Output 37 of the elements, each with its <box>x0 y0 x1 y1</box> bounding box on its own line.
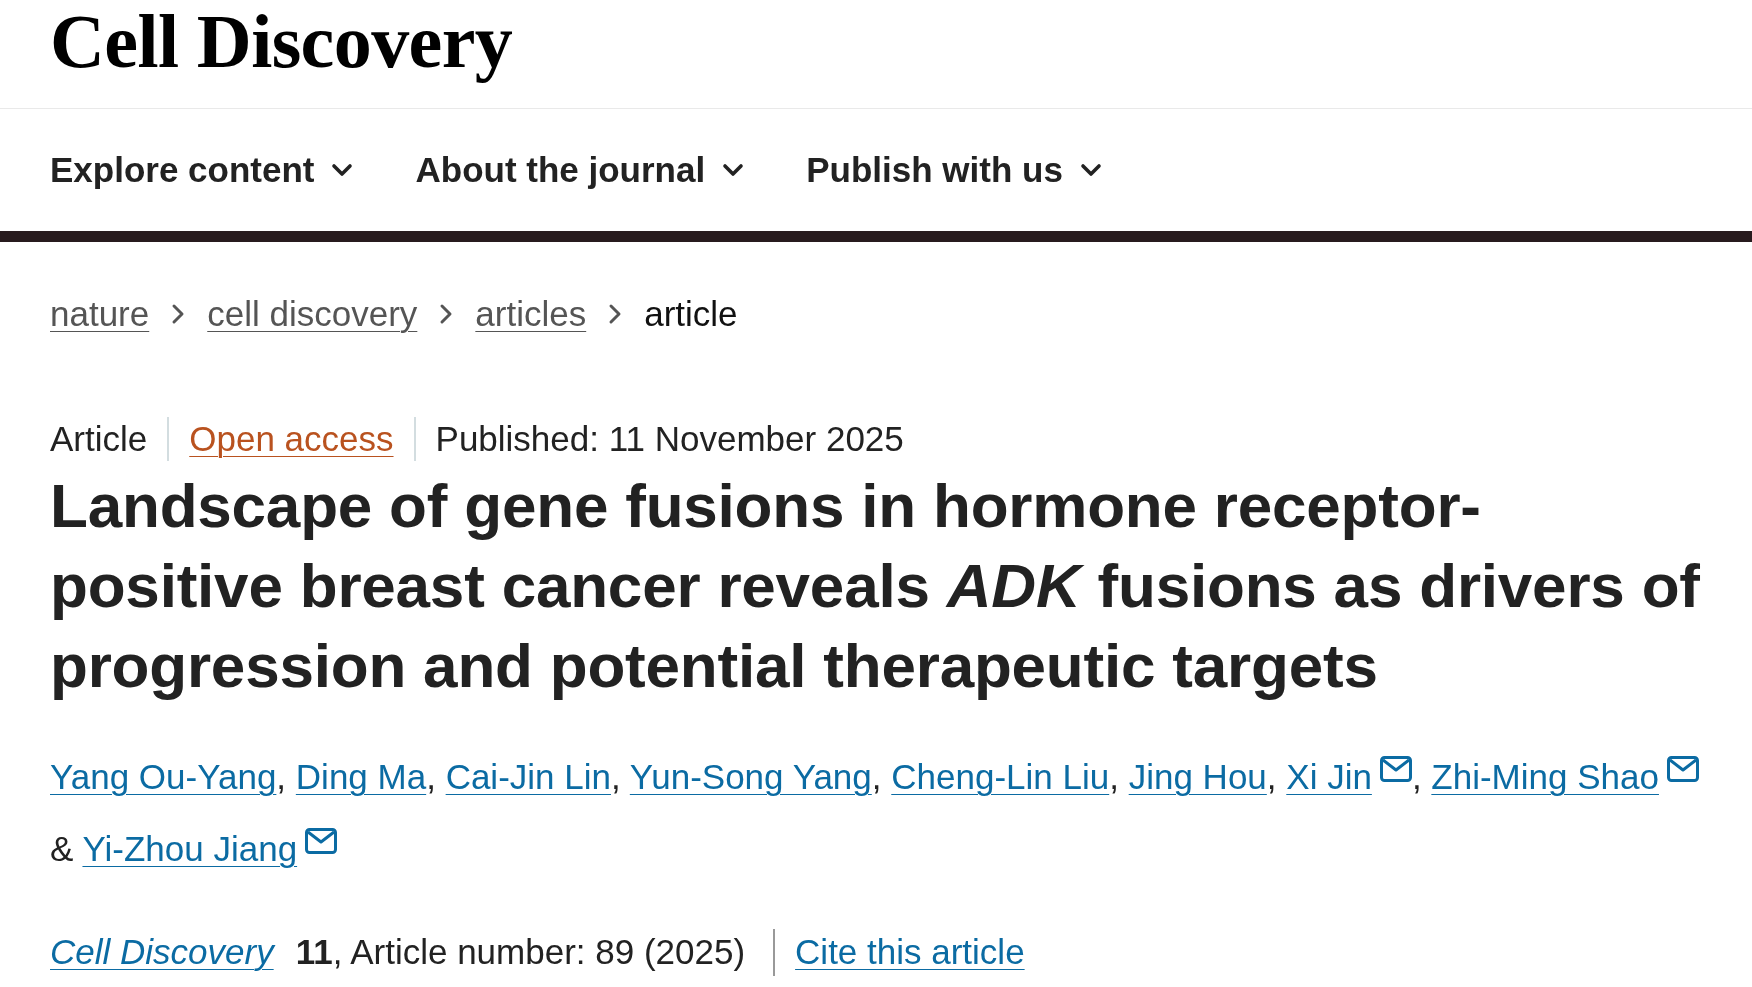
author-separator: , <box>611 757 621 796</box>
article-type-text: Article <box>50 417 148 460</box>
article-title: Landscape of gene fusions in hormone receptor-positive breast cancer reveals ADK fusions as drivers of progression and potential therapeutic targets <box>50 470 1701 702</box>
nav-menu-button[interactable]: Explore content <box>50 146 354 194</box>
author-link[interactable]: Yang Ou-Yang <box>50 757 277 796</box>
author-link[interactable]: Jing Hou <box>1128 757 1267 796</box>
chevron-right-icon <box>171 303 186 325</box>
chevron-down-icon <box>331 163 354 177</box>
author-link[interactable]: Ding Ma <box>295 757 427 796</box>
publication-date-text: Published: 11 November 2025 <box>435 417 904 460</box>
open-access-link[interactable]: Open access <box>189 412 394 466</box>
journal-link[interactable]: Cell Discovery <box>50 925 274 979</box>
author-separator: , <box>871 757 882 796</box>
author-link[interactable]: Cai-Jin Lin <box>445 757 611 796</box>
author-separator: , <box>1266 757 1277 796</box>
author-separator: , <box>276 757 287 796</box>
author-separator: , <box>1411 757 1422 796</box>
chevron-down-icon <box>722 163 745 177</box>
author-link[interactable]: Cheng-Lin Liu <box>891 757 1110 796</box>
author-link[interactable]: Yun-Song Yang <box>629 757 872 796</box>
breadcrumb-link[interactable]: articles <box>475 287 587 341</box>
breadcrumb-current: article <box>644 292 738 335</box>
chevron-down-icon <box>1079 163 1102 177</box>
ampersand-text: & <box>50 829 74 868</box>
chevron-right-icon <box>439 303 454 325</box>
author-link[interactable]: Zhi-Ming Shao <box>1431 757 1659 796</box>
breadcrumb-link[interactable]: cell discovery <box>207 287 418 341</box>
breadcrumb-link[interactable]: nature <box>50 287 150 341</box>
author-separator: , <box>426 757 436 796</box>
author-link[interactable]: Xi Jin <box>1286 757 1372 796</box>
cite-article-link[interactable]: Cite this article <box>795 925 1025 979</box>
nav-menu-button[interactable]: Publish with us <box>806 146 1102 194</box>
author-separator: , <box>1109 757 1119 796</box>
citation-text: 11, Article number: 89 (2025) <box>295 930 746 973</box>
nav-menu-button[interactable]: About the journal <box>415 146 745 194</box>
chevron-right-icon <box>608 303 623 325</box>
author-link[interactable]: Yi-Zhou Jiang <box>82 829 298 868</box>
